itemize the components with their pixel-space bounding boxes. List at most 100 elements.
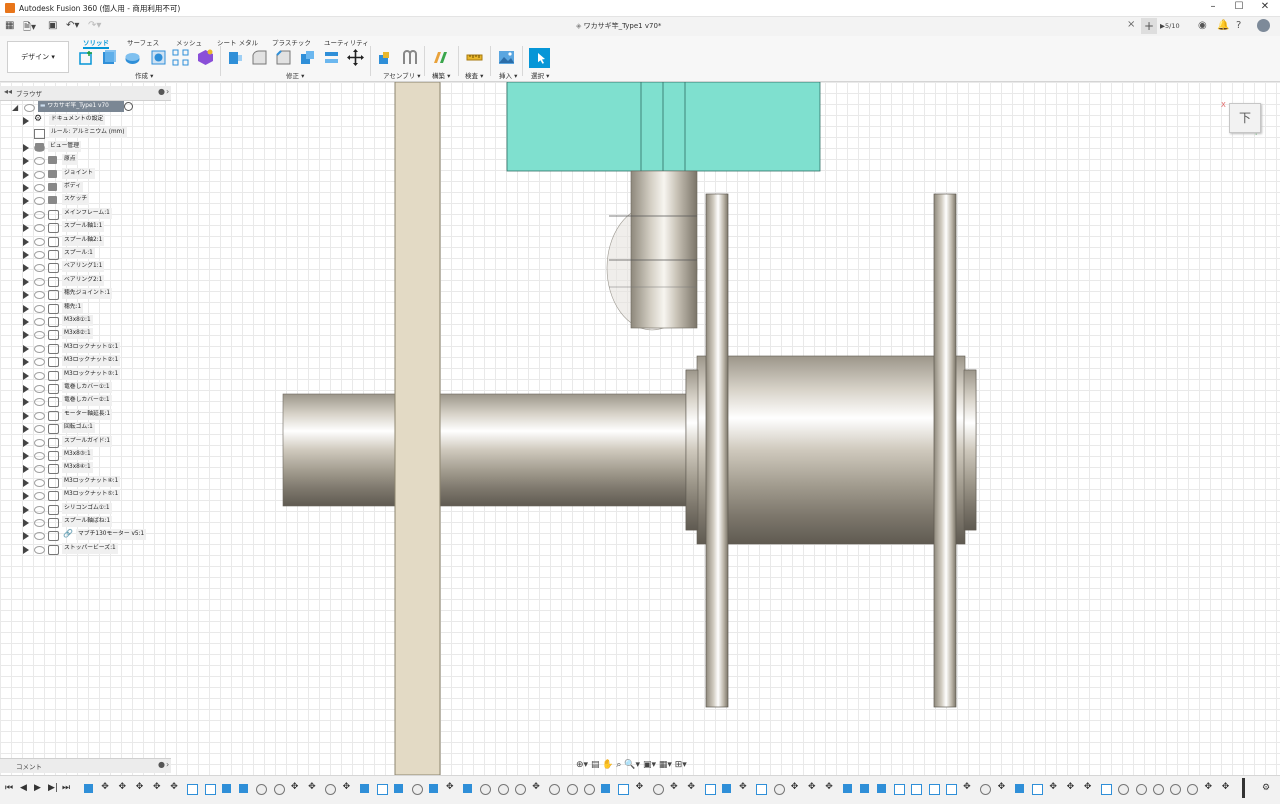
extrude-feature-icon[interactable] xyxy=(842,784,852,793)
tab-plastic[interactable]: プラスチック xyxy=(272,37,311,47)
sketch-feature-icon[interactable] xyxy=(187,784,199,795)
close-button[interactable]: ✕ xyxy=(1254,1,1276,12)
joint-feature-icon[interactable] xyxy=(411,784,423,795)
browser-item[interactable]: M3ロックナット③:1 xyxy=(0,368,171,382)
joint-feature-icon[interactable] xyxy=(497,784,509,795)
browser-item[interactable]: M3x8④:1 xyxy=(0,462,171,475)
spool-shaft[interactable] xyxy=(282,393,688,507)
new-component-icon[interactable] xyxy=(377,49,394,66)
joint-feature-icon[interactable] xyxy=(325,784,337,795)
browser-item[interactable]: 🔗 マブチ130モーター v5:1 xyxy=(0,529,171,542)
joint-feature-icon[interactable] xyxy=(773,784,785,795)
look-at-icon[interactable]: ▤ xyxy=(591,760,600,770)
expand-triangle-icon[interactable] xyxy=(23,385,29,393)
activate-radio-icon[interactable] xyxy=(124,102,133,111)
visibility-eye-icon[interactable] xyxy=(34,452,45,460)
timeline-prev-icon[interactable]: ◀ xyxy=(20,783,27,793)
joint-feature-icon[interactable] xyxy=(273,784,285,795)
joint-feature-icon[interactable] xyxy=(1187,784,1199,795)
insert-image-icon[interactable] xyxy=(498,49,515,66)
extrude-feature-icon[interactable] xyxy=(1014,784,1024,793)
visibility-eye-icon[interactable] xyxy=(34,492,45,501)
browser-item[interactable]: 竜巻しカバー①:1 xyxy=(0,382,171,395)
visibility-eye-icon[interactable] xyxy=(34,425,45,434)
orbit-icon[interactable]: ⊕▾ xyxy=(576,760,588,770)
joint-feature-icon[interactable] xyxy=(652,784,664,795)
maximize-button[interactable]: ☐ xyxy=(1228,1,1250,12)
tab-solid[interactable]: ソリッド xyxy=(83,37,109,49)
move-feature-icon[interactable]: ✥ xyxy=(1067,782,1076,792)
move-feature-icon[interactable]: ✥ xyxy=(136,782,145,792)
expand-triangle-icon[interactable] xyxy=(23,251,29,259)
model-viewport[interactable] xyxy=(0,82,1280,775)
extrude-feature-icon[interactable] xyxy=(859,784,869,793)
browser-item[interactable]: スプール軸2:1 xyxy=(0,234,171,248)
visibility-eye-icon[interactable] xyxy=(34,197,45,206)
sketch-feature-icon[interactable] xyxy=(1101,784,1113,795)
extrude-feature-icon[interactable] xyxy=(463,784,473,793)
browser-item[interactable]: ルール: アルミニウム (mm) xyxy=(0,127,171,140)
visibility-eye-icon[interactable] xyxy=(34,237,45,246)
tab-mesh[interactable]: メッシュ xyxy=(176,37,202,47)
expand-triangle-icon[interactable] xyxy=(23,304,29,313)
expand-triangle-icon[interactable] xyxy=(23,452,29,460)
move-feature-icon[interactable]: ✥ xyxy=(791,782,800,792)
visibility-eye-icon[interactable] xyxy=(34,304,45,313)
joint-feature-icon[interactable] xyxy=(514,784,526,795)
new-tab-button[interactable]: + xyxy=(1141,18,1157,34)
timeline-next-icon[interactable]: ▶| xyxy=(48,783,58,793)
create-menu[interactable]: 作成 ▾ xyxy=(135,70,153,80)
motor-shaft[interactable] xyxy=(630,170,698,329)
extrude-feature-icon[interactable] xyxy=(394,784,404,793)
zoom-icon[interactable]: ⌕ xyxy=(616,760,621,770)
sketch-feature-icon[interactable] xyxy=(911,784,923,795)
joint-feature-icon[interactable] xyxy=(480,784,492,795)
tab-utilities[interactable]: ユーティリティ xyxy=(324,37,369,47)
assemble-menu[interactable]: アセンブリ ▾ xyxy=(383,70,421,80)
visibility-eye-icon[interactable] xyxy=(34,438,45,447)
create-form-icon[interactable] xyxy=(197,49,214,66)
expand-triangle-icon[interactable] xyxy=(23,331,29,340)
visibility-eye-icon[interactable] xyxy=(34,264,45,273)
move-feature-icon[interactable]: ✥ xyxy=(101,782,110,792)
modify-menu[interactable]: 修正 ▾ xyxy=(286,70,304,80)
sketch-feature-icon[interactable] xyxy=(377,784,389,795)
undo-icon[interactable]: ↶▾ xyxy=(66,20,79,31)
move-feature-icon[interactable]: ✥ xyxy=(808,782,817,792)
extrude-feature-icon[interactable] xyxy=(359,784,369,793)
collapse-panel-icon[interactable]: ◂◂ xyxy=(4,87,12,96)
expand-triangle-icon[interactable] xyxy=(23,545,29,554)
main-frame-plate[interactable] xyxy=(394,82,441,775)
sketch-feature-icon[interactable] xyxy=(1032,784,1044,795)
motor-cover[interactable] xyxy=(506,82,821,172)
browser-item[interactable]: スプールガイド:1 xyxy=(0,435,171,449)
visibility-eye-icon[interactable] xyxy=(34,411,45,420)
fillet-icon[interactable] xyxy=(251,49,268,66)
browser-item[interactable]: 回転ゴム:1 xyxy=(0,422,171,435)
select-menu[interactable]: 選択 ▾ xyxy=(531,70,549,80)
tab-close-button[interactable]: × xyxy=(1127,19,1135,30)
extrude-feature-icon[interactable] xyxy=(84,784,93,793)
job-status[interactable]: ▶5/10 xyxy=(1160,22,1180,30)
extrude-icon[interactable] xyxy=(100,49,117,66)
tab-sheet-metal[interactable]: シート メタル xyxy=(217,37,258,47)
root-document-label[interactable]: ▬ ワカサギ竿_Type1 v70 xyxy=(38,101,124,112)
move-feature-icon[interactable]: ✥ xyxy=(636,782,645,792)
fit-icon[interactable]: 🔍▾ xyxy=(624,760,640,770)
visibility-eye-icon[interactable] xyxy=(34,224,45,233)
browser-item[interactable]: M3x8②:1 xyxy=(0,328,171,341)
grid-settings-icon[interactable]: ▦▾ xyxy=(659,760,672,770)
sketch-feature-icon[interactable] xyxy=(945,784,957,795)
joint-icon[interactable] xyxy=(401,49,418,66)
expand-triangle-icon[interactable] xyxy=(23,492,29,501)
extrude-feature-icon[interactable] xyxy=(239,784,249,793)
visibility-eye-icon[interactable] xyxy=(34,545,45,554)
expand-triangle-icon[interactable] xyxy=(23,465,29,474)
browser-item[interactable]: スプール:1 xyxy=(0,248,171,261)
visibility-eye-icon[interactable] xyxy=(24,104,35,112)
move-feature-icon[interactable]: ✥ xyxy=(998,782,1007,792)
document-tab[interactable]: ◈ ワカサギ竿_Type1 v70* xyxy=(576,21,661,31)
visibility-eye-icon[interactable] xyxy=(34,532,45,541)
shell-icon[interactable] xyxy=(299,49,316,66)
display-settings-icon[interactable]: ▣▾ xyxy=(643,760,656,770)
